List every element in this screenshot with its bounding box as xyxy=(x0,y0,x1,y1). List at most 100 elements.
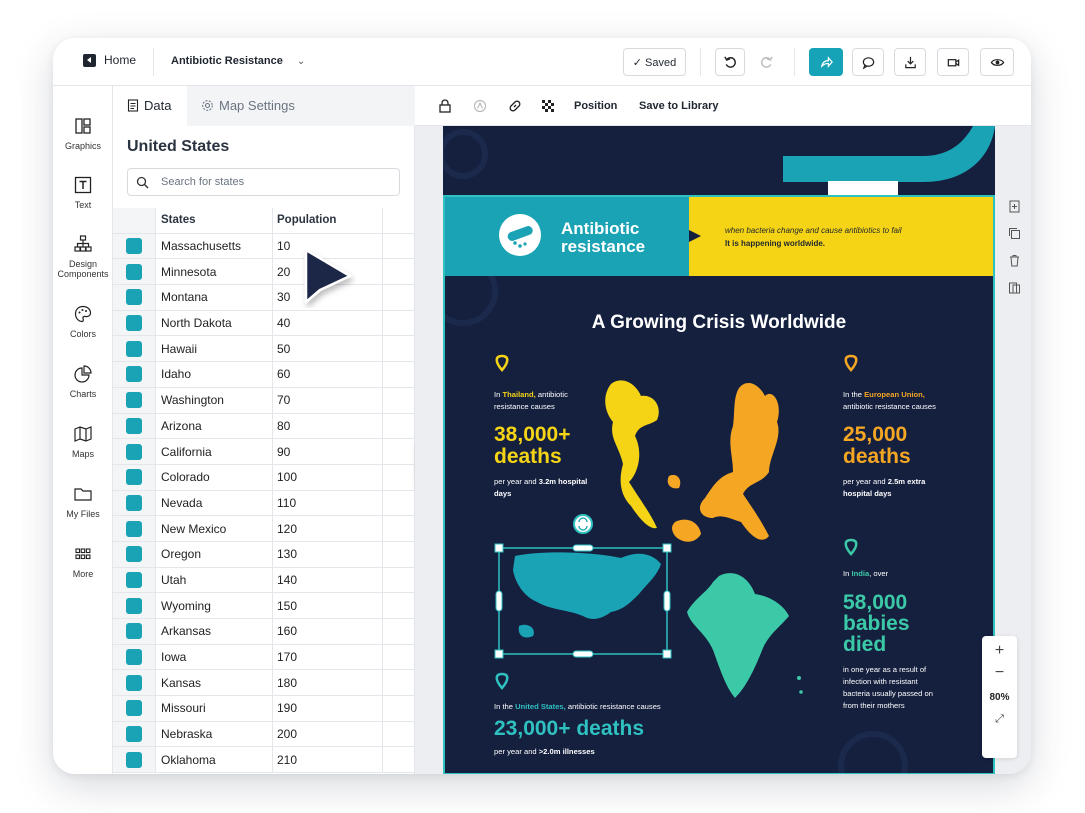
row-color-cell[interactable] xyxy=(113,567,156,593)
sidebar-item-colors[interactable]: Colors xyxy=(53,304,113,339)
color-swatch[interactable] xyxy=(126,340,142,357)
row-color-cell[interactable] xyxy=(113,362,156,387)
population-cell[interactable]: 110 xyxy=(273,490,383,516)
search-input[interactable]: Search for states xyxy=(127,168,400,196)
sidebar-item-design-components[interactable]: Design Components xyxy=(53,234,113,279)
color-swatch[interactable] xyxy=(126,700,142,717)
paste-icon[interactable] xyxy=(1008,281,1021,294)
color-swatch[interactable] xyxy=(126,597,142,614)
color-swatch[interactable] xyxy=(126,238,142,255)
state-cell[interactable]: Hawaii xyxy=(156,336,273,362)
duplicate-icon[interactable] xyxy=(1008,227,1021,240)
state-cell[interactable]: Arkansas xyxy=(156,619,273,644)
color-swatch[interactable] xyxy=(126,649,142,666)
population-cell[interactable]: 130 xyxy=(273,541,383,567)
present-button[interactable] xyxy=(937,48,969,76)
state-cell[interactable]: North Dakota xyxy=(156,310,273,336)
row-color-cell[interactable] xyxy=(113,439,156,464)
sidebar-item-more[interactable]: More xyxy=(53,544,113,579)
color-swatch[interactable] xyxy=(126,392,142,409)
color-swatch[interactable] xyxy=(126,443,142,460)
color-swatch[interactable] xyxy=(126,289,142,306)
document-title-dropdown[interactable]: Antibiotic Resistance ⌄ xyxy=(171,55,305,67)
population-cell[interactable]: 150 xyxy=(273,593,383,618)
population-cell[interactable]: 50 xyxy=(273,336,383,362)
population-cell[interactable]: 140 xyxy=(273,567,383,593)
color-swatch[interactable] xyxy=(126,366,142,383)
state-cell[interactable]: Colorado xyxy=(156,464,273,490)
comment-button[interactable] xyxy=(852,48,884,76)
row-color-cell[interactable] xyxy=(113,516,156,541)
sidebar-item-text[interactable]: Text xyxy=(53,175,113,210)
row-color-cell[interactable] xyxy=(113,336,156,362)
row-color-cell[interactable] xyxy=(113,541,156,567)
population-cell[interactable]: 60 xyxy=(273,362,383,387)
transparency-icon[interactable] xyxy=(540,98,556,114)
row-color-cell[interactable] xyxy=(113,387,156,413)
population-cell[interactable]: 160 xyxy=(273,619,383,644)
sidebar-item-my-files[interactable]: My Files xyxy=(53,484,113,519)
sidebar-item-charts[interactable]: Charts xyxy=(53,364,113,399)
row-color-cell[interactable] xyxy=(113,259,156,285)
position-button[interactable]: Position xyxy=(574,100,617,112)
share-button[interactable] xyxy=(809,48,843,76)
state-cell[interactable]: Oklahoma xyxy=(156,747,273,773)
color-swatch[interactable] xyxy=(126,263,142,280)
infographic[interactable]: Antibiotic resistance when bacteria chan… xyxy=(443,126,995,774)
row-color-cell[interactable] xyxy=(113,310,156,336)
row-color-cell[interactable] xyxy=(113,696,156,721)
zoom-out-button[interactable]: − xyxy=(982,660,1017,682)
zoom-in-button[interactable]: + xyxy=(982,636,1017,660)
population-cell[interactable]: 120 xyxy=(273,516,383,541)
population-cell[interactable]: 90 xyxy=(273,439,383,464)
color-swatch[interactable] xyxy=(126,571,142,588)
redo-button[interactable] xyxy=(751,48,781,76)
sidebar-item-graphics[interactable]: Graphics xyxy=(53,116,113,151)
state-cell[interactable]: Idaho xyxy=(156,362,273,387)
state-cell[interactable]: California xyxy=(156,439,273,464)
sidebar-item-maps[interactable]: Maps xyxy=(53,424,113,459)
color-swatch[interactable] xyxy=(126,546,142,563)
lock-icon[interactable] xyxy=(437,98,453,114)
state-cell[interactable]: Missouri xyxy=(156,696,273,721)
save-to-library-button[interactable]: Save to Library xyxy=(639,100,718,112)
canvas[interactable]: Antibiotic resistance when bacteria chan… xyxy=(415,126,1031,774)
color-swatch[interactable] xyxy=(126,494,142,511)
row-color-cell[interactable] xyxy=(113,644,156,670)
add-page-icon[interactable] xyxy=(1008,200,1021,213)
row-color-cell[interactable] xyxy=(113,233,156,259)
animation-icon[interactable] xyxy=(472,98,488,114)
row-color-cell[interactable] xyxy=(113,285,156,310)
home-link[interactable]: Home xyxy=(83,53,136,67)
population-cell[interactable]: 200 xyxy=(273,721,383,747)
row-color-cell[interactable] xyxy=(113,593,156,618)
color-swatch[interactable] xyxy=(126,520,142,537)
population-cell[interactable]: 100 xyxy=(273,464,383,490)
row-color-cell[interactable] xyxy=(113,721,156,747)
row-color-cell[interactable] xyxy=(113,619,156,644)
population-cell[interactable]: 190 xyxy=(273,696,383,721)
preview-button[interactable] xyxy=(980,48,1014,76)
population-cell[interactable]: 70 xyxy=(273,387,383,413)
state-cell[interactable]: Kansas xyxy=(156,670,273,696)
state-cell[interactable]: Montana xyxy=(156,285,273,310)
row-color-cell[interactable] xyxy=(113,747,156,773)
undo-button[interactable] xyxy=(715,48,745,76)
row-color-cell[interactable] xyxy=(113,490,156,516)
state-cell[interactable]: New Mexico xyxy=(156,516,273,541)
tab-map-settings[interactable]: Map Settings xyxy=(201,98,295,113)
fit-screen-icon[interactable]: ⤢ xyxy=(982,703,1017,726)
row-color-cell[interactable] xyxy=(113,670,156,696)
population-cell[interactable]: 80 xyxy=(273,413,383,439)
state-cell[interactable]: Massachusetts xyxy=(156,233,273,259)
color-swatch[interactable] xyxy=(126,315,142,332)
population-cell[interactable]: 40 xyxy=(273,310,383,336)
state-cell[interactable]: Washington xyxy=(156,387,273,413)
tab-data[interactable]: Data xyxy=(127,98,171,113)
color-swatch[interactable] xyxy=(126,751,142,768)
color-swatch[interactable] xyxy=(126,623,142,640)
column-header-states[interactable]: States xyxy=(156,208,273,233)
link-icon[interactable] xyxy=(507,98,523,114)
state-cell[interactable]: Arizona xyxy=(156,413,273,439)
state-cell[interactable]: Oregon xyxy=(156,541,273,567)
